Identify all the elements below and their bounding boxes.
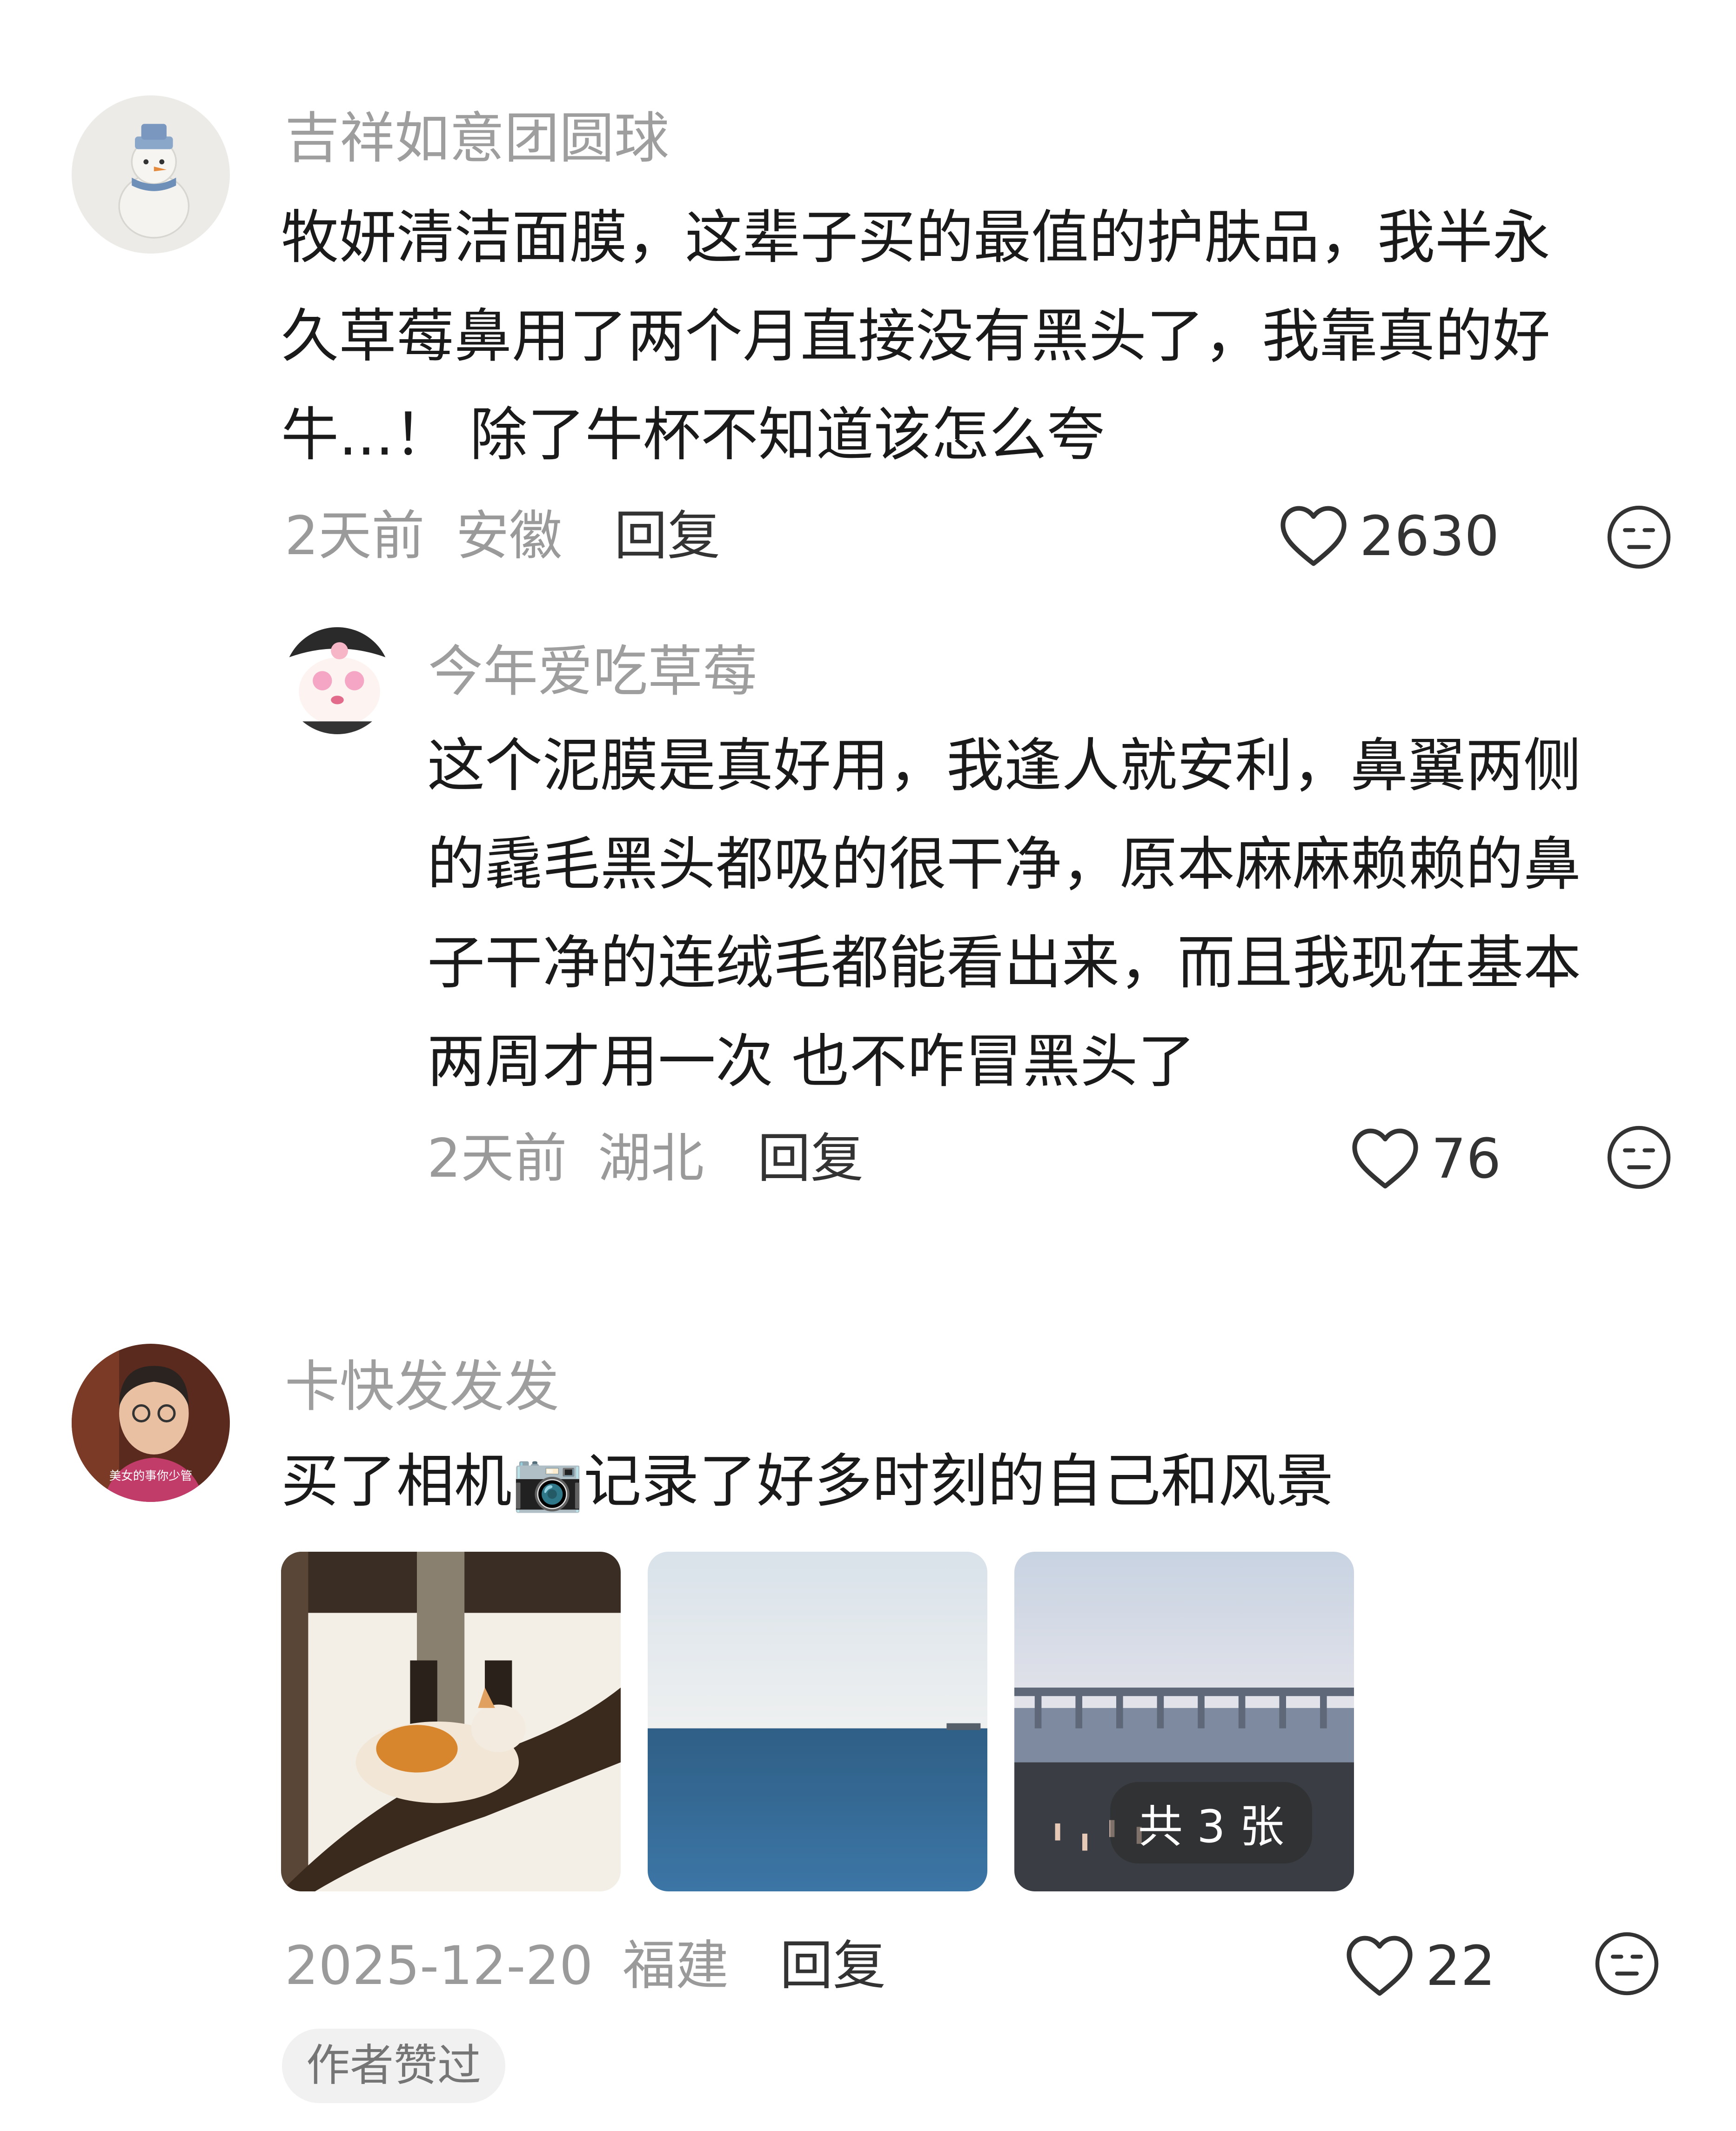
comment-time: 2天前	[285, 505, 425, 567]
comment-username[interactable]: 今年爱吃草莓	[428, 637, 757, 706]
reply-button[interactable]: 回复	[614, 503, 720, 569]
like-button[interactable]: 22	[1345, 1933, 1495, 1998]
neutral-face-icon	[1607, 505, 1671, 569]
dislike-button[interactable]	[1605, 1124, 1673, 1191]
comment-text: 记录了好多时刻的自己和风景	[583, 1448, 1334, 1515]
reply-button[interactable]: 回复	[780, 1933, 886, 1998]
comment-text-line: 牧妍清洁面膜，这辈子买的最值的护肤品，我半永	[281, 204, 1551, 271]
avatar-caption: 美女的事你少管	[109, 1469, 193, 1483]
author-liked-badge: 作者赞过	[282, 2029, 506, 2103]
comment-text-line: 的毳毛黑头都吸的很干净，原本麻麻赖赖的鼻	[427, 831, 1582, 898]
like-button[interactable]: 2630	[1279, 503, 1499, 569]
cat-on-branch-photo	[281, 1552, 621, 1891]
reply-button[interactable]: 回复	[757, 1126, 864, 1191]
comment-image-bridge[interactable]: 共 3 张	[1014, 1552, 1354, 1891]
comment-text: 买了相机	[281, 1448, 512, 1515]
person-avatar-icon: 美女的事你少管	[72, 1344, 230, 1502]
neutral-face-icon	[1595, 1932, 1659, 1996]
camera-emoji-icon: 📷	[512, 1448, 584, 1515]
heart-icon	[1352, 1128, 1418, 1189]
sea-photo	[648, 1552, 987, 1891]
like-count: 76	[1431, 1126, 1501, 1191]
comment-text-line: 子干净的连绒毛都能看出来，而且我现在基本	[427, 930, 1582, 997]
avatar-jinnian[interactable]	[284, 627, 391, 734]
comment-image-sea[interactable]	[648, 1552, 987, 1891]
comment-time: 2025-12-20	[285, 1935, 593, 1997]
comment-time: 2天前	[427, 1127, 567, 1189]
avatar-jixiang[interactable]	[72, 95, 230, 254]
comment-text-line: 两周才用一次 也不咋冒黑头了	[427, 1028, 1196, 1095]
avatar-kakuai[interactable]: 美女的事你少管	[72, 1344, 230, 1502]
comment-image-cat[interactable]	[281, 1552, 621, 1891]
comment-location: 福建	[623, 1935, 729, 1997]
dislike-button[interactable]	[1593, 1930, 1661, 1997]
comment-text-line: 买了相机📷记录了好多时刻的自己和风景	[281, 1432, 1334, 1531]
comment-location: 安徽	[456, 505, 563, 567]
dislike-button[interactable]	[1605, 503, 1673, 571]
heart-icon	[1347, 1936, 1413, 1996]
comment-text-line: 久草莓鼻用了两个月直接没有黑头了，我靠真的好	[281, 303, 1551, 370]
like-button[interactable]: 76	[1350, 1126, 1501, 1191]
comment-text-line: 这个泥膜是真好用，我逢人就安利，鼻翼两侧	[427, 732, 1582, 799]
comment-text-line: 牛...！ 除了牛杯不知道该怎么夸	[281, 402, 1105, 469]
snowman-avatar-icon	[72, 95, 230, 254]
image-count-badge: 共 3 张	[1110, 1782, 1312, 1863]
neutral-face-icon	[1607, 1126, 1671, 1189]
like-count: 22	[1426, 1934, 1496, 1998]
like-count: 2630	[1360, 504, 1500, 568]
comment-username[interactable]: 吉祥如意团圆球	[285, 103, 669, 173]
cartoon-avatar-icon	[284, 627, 391, 734]
heart-icon	[1280, 506, 1347, 566]
comment-location: 湖北	[598, 1127, 704, 1189]
comment-username[interactable]: 卡快发发发	[285, 1352, 559, 1421]
